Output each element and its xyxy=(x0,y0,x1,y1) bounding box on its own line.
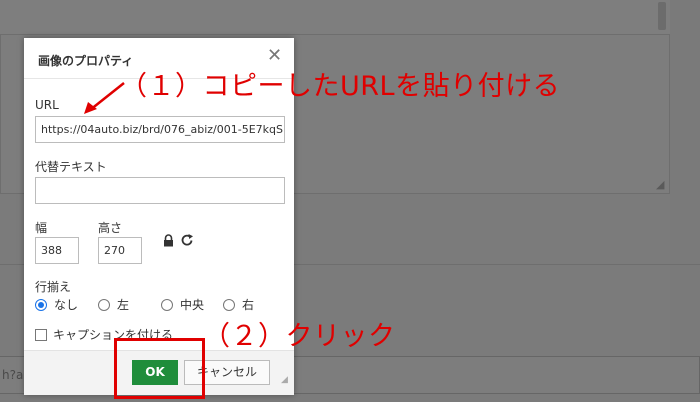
close-icon[interactable]: ✕ xyxy=(267,47,282,65)
url-input[interactable]: https://04auto.biz/brd/076_abiz/001-5E7k… xyxy=(35,116,285,143)
ok-highlight-box xyxy=(114,338,205,399)
align-radio-right[interactable]: 右 xyxy=(223,296,254,313)
arrow-icon xyxy=(84,82,125,114)
align-radio-left[interactable]: 左 xyxy=(98,296,129,313)
radio-dot[interactable] xyxy=(161,298,173,311)
width-label: 幅 xyxy=(35,221,48,235)
align-label: 行揃え xyxy=(35,280,72,294)
radio-dot[interactable] xyxy=(98,298,110,311)
alt-text-input[interactable] xyxy=(35,177,285,204)
background-scrollbar xyxy=(658,2,666,30)
width-input[interactable]: 388 xyxy=(35,237,79,264)
radio-dot[interactable] xyxy=(223,298,235,311)
background-toolbar xyxy=(0,0,700,34)
align-radio-none[interactable]: なし xyxy=(35,296,78,313)
dialog-resize-handle-icon[interactable]: ◢ xyxy=(281,375,288,385)
align-option-label: 右 xyxy=(242,298,255,312)
lock-icon[interactable] xyxy=(163,234,174,251)
dialog-title: 画像のプロパティ xyxy=(38,54,134,68)
align-option-label: 左 xyxy=(117,298,130,312)
annotation-step1: （１）コピーしたURLを貼り付ける xyxy=(120,71,561,102)
height-input[interactable]: 270 xyxy=(98,237,142,264)
height-label: 高さ xyxy=(98,221,123,235)
background-resize-handle-icon: ◢ xyxy=(656,178,665,191)
annotation-step2: （２）クリック xyxy=(203,321,396,352)
align-radio-center[interactable]: 中央 xyxy=(161,296,204,313)
checkbox-box[interactable] xyxy=(35,328,47,341)
radio-dot-selected[interactable] xyxy=(35,298,47,311)
background-right-strip xyxy=(670,0,700,402)
reset-icon[interactable] xyxy=(181,233,194,251)
alt-text-label: 代替テキスト xyxy=(35,160,107,174)
align-option-label: なし xyxy=(54,298,79,312)
url-label: URL xyxy=(35,98,59,112)
align-option-label: 中央 xyxy=(180,298,205,312)
